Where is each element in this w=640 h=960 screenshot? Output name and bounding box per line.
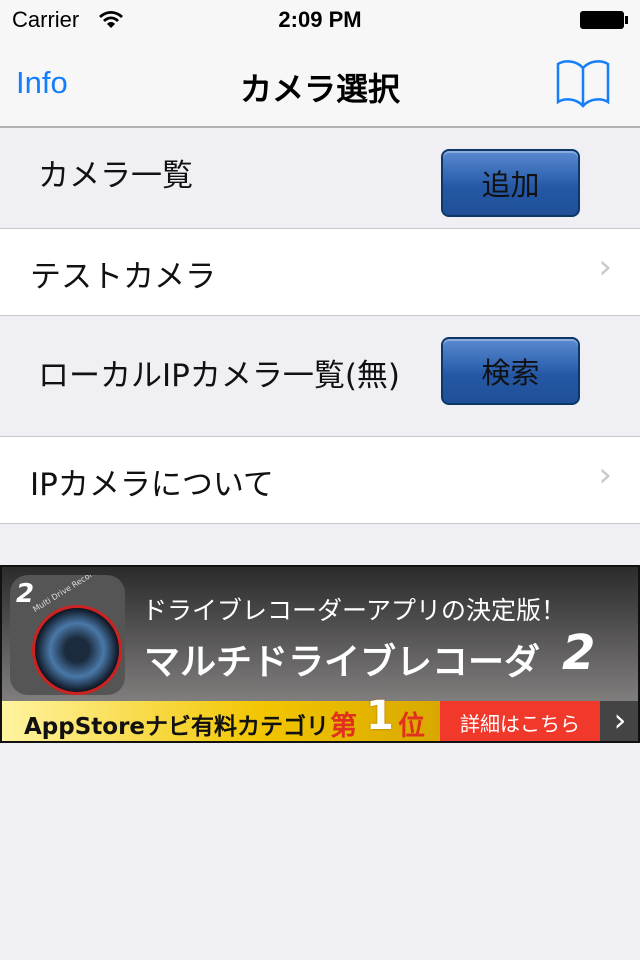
battery-tip <box>625 16 628 24</box>
chevron-right-icon: › <box>598 455 612 495</box>
rank-text: AppStoreナビ有料カテゴリ <box>24 714 330 740</box>
list-item-test-camera[interactable]: テストカメラ › <box>0 228 640 316</box>
ad-tagline: ドライブレコーダーアプリの決定版！ <box>142 596 567 625</box>
app-icon: Multi Drive Recorder 2 <box>10 575 125 695</box>
section-title: ローカルIPカメラ一覧(無) <box>38 358 401 394</box>
section-header-local-ip: ローカルIPカメラ一覧(無) 検索 <box>0 316 640 436</box>
ad-title-number: 2 <box>562 625 596 681</box>
list-item-about-ip-camera[interactable]: IPカメラについて › <box>0 436 640 524</box>
battery-full-icon <box>580 11 624 29</box>
chevron-right-icon[interactable]: › <box>600 701 638 741</box>
chevron-right-icon: › <box>598 247 612 287</box>
row-label: テストカメラ <box>30 259 216 295</box>
book-icon[interactable] <box>556 58 610 108</box>
section-title: カメラ一覧 <box>38 158 193 194</box>
add-button[interactable]: 追加 <box>441 149 580 217</box>
rank-number: 1 <box>366 693 394 739</box>
rank-a: 第 <box>330 711 357 742</box>
ad-title: マルチドライブレコーダ <box>144 642 541 683</box>
icon-number: 2 <box>16 579 35 609</box>
section-header-cameras: カメラ一覧 追加 <box>0 130 640 229</box>
time-label: 2:09 PM <box>278 7 362 32</box>
search-button[interactable]: 検索 <box>441 337 580 405</box>
status-bar: Carrier 2:09 PM <box>0 0 640 40</box>
details-button[interactable]: 詳細はこちら <box>440 701 600 741</box>
page-title: カメラ選択 <box>239 70 400 108</box>
navigation-bar: Info カメラ選択 <box>0 40 640 128</box>
camera-lens-icon <box>32 605 122 695</box>
rank-b: 位 <box>398 711 425 742</box>
row-label: IPカメラについて <box>30 467 274 503</box>
ad-banner[interactable]: Multi Drive Recorder 2 ドライブレコーダーアプリの決定版！… <box>0 565 640 743</box>
rank-strip: AppStoreナビ有料カテゴリ 第 1 位 <box>2 693 440 742</box>
